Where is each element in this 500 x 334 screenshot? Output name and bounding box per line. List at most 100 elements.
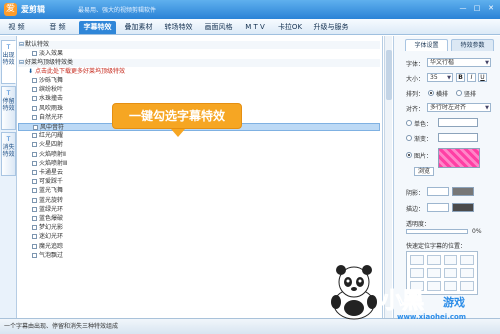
checkbox[interactable] [32,142,37,148]
tab-karaoke[interactable]: 卡拉OK [274,21,306,34]
checkbox[interactable] [32,234,37,240]
shadow-color-picker[interactable] [452,187,474,196]
tab-mtv[interactable]: M T V [239,21,271,34]
gradient-picker[interactable] [438,133,478,142]
list-item[interactable]: 蓝光旋转 [18,197,380,205]
list-item[interactable]: 红光闪耀 [18,132,380,140]
scrollbar-thumb[interactable] [386,50,392,100]
tree-group[interactable]: ⊟好莱坞顶级特效类 [18,59,380,67]
checkbox[interactable] [32,105,37,111]
list-item[interactable]: 蓝绿光环 [18,206,380,214]
list-scrollbar[interactable] [384,36,392,318]
vtab-appear-effects[interactable]: T 出现特效 [1,40,16,84]
tree-group[interactable]: ⊟默认特效 [18,41,380,49]
brand-suffix: 游戏 [443,296,465,309]
download-more-link[interactable]: ⬇ 点击此处下载更多好莱坞顶级特效 [18,68,380,76]
single-color-picker[interactable] [438,118,478,127]
list-item[interactable]: 迷幻光环 [18,233,380,241]
list-item[interactable]: 淡入效果 [18,50,380,58]
size-select[interactable]: 35 ▼ [427,73,453,82]
vertical-radio[interactable] [456,90,462,96]
tab-font-settings[interactable]: 字体设置 [405,39,448,51]
vtab-label: 出现特效 [2,52,15,66]
list-item[interactable]: 火焰喷射Ⅲ [18,160,380,168]
list-item[interactable]: 魔光追踪 [18,243,380,251]
list-item[interactable]: 卡通星云 [18,169,380,177]
image-radio[interactable] [406,152,412,158]
list-item[interactable]: 蓝光飞舞 [18,187,380,195]
position-cell[interactable] [460,268,474,278]
vtab-disappear-effects[interactable]: T 消失特效 [1,132,16,176]
checkbox[interactable] [32,170,37,175]
position-cell[interactable] [443,255,458,265]
download-link-text: 点击此处下载更多好莱坞顶级特效 [35,68,126,75]
list-item[interactable]: 火焰喷射Ⅱ [18,151,380,159]
tab-subtitle-effects[interactable]: 字幕特效 [79,21,116,34]
checkbox[interactable] [32,133,37,139]
download-icon: ⬇ [28,68,34,75]
gradient-radio[interactable] [406,135,412,141]
browse-button[interactable]: 浏览 [414,167,434,176]
opacity-slider[interactable] [406,229,468,234]
horizontal-radio[interactable] [428,90,434,96]
tab-effect-params[interactable]: 特效参数 [451,39,494,51]
position-cell[interactable] [460,255,474,265]
checkbox[interactable] [32,114,37,120]
checkbox[interactable] [32,206,37,212]
position-cell[interactable] [426,268,441,278]
position-cell[interactable] [410,268,424,278]
list-item[interactable]: 沙砾飞舞 [18,77,380,85]
align-select[interactable]: 多行时左对齐 ▼ [427,103,491,112]
stroke-size-select[interactable] [427,203,449,212]
minimize-button[interactable]: — [457,3,469,14]
list-item[interactable]: 火星四射 [18,141,380,149]
vtab-stay-effects[interactable]: T 停留特效 [1,86,16,130]
tab-audio[interactable]: 音 频 [44,21,71,34]
collapse-icon[interactable]: ⊟ [18,41,25,49]
checkbox[interactable] [32,151,37,157]
list-item[interactable]: 梦幻光影 [18,224,380,232]
close-button[interactable]: ✕ [485,3,497,14]
panda-mascot-icon [331,265,377,320]
effect-label: 魔光追踪 [39,242,64,250]
bold-button[interactable]: B [456,73,465,82]
checkbox[interactable] [32,225,37,231]
checkbox[interactable] [32,87,37,93]
checkbox[interactable] [32,243,37,249]
checkbox[interactable] [32,197,37,203]
shadow-size-select[interactable] [427,187,449,196]
chevron-down-icon: ▼ [485,105,489,111]
collapse-icon[interactable]: ⊟ [18,59,25,67]
position-cell[interactable] [410,255,424,265]
effect-label: 蓝光旋转 [39,196,64,204]
underline-button[interactable]: U [478,73,487,82]
tab-overlay-material[interactable]: 叠加素材 [120,21,157,34]
stroke-color-picker[interactable] [452,203,474,212]
checkbox[interactable] [33,125,38,130]
checkbox[interactable] [32,78,37,83]
checkbox[interactable] [32,96,37,102]
checkbox[interactable] [32,51,37,56]
italic-button[interactable]: I [467,73,476,82]
maximize-button[interactable]: □ [471,3,483,14]
list-item[interactable]: 气泡飘过 [18,252,380,260]
tab-picture-style[interactable]: 画面风格 [200,21,237,34]
list-item[interactable]: 可爱踩千 [18,178,380,186]
list-item[interactable]: 缤纷秋叶 [18,86,380,94]
position-cell[interactable] [426,255,441,265]
tab-transition-effects[interactable]: 转场特效 [160,21,197,34]
list-item[interactable]: 蓝色爆破 [18,215,380,223]
tab-video[interactable]: 视 频 [3,21,30,34]
font-select[interactable]: 华文行楷 ▼ [427,58,491,67]
checkbox[interactable] [32,252,37,258]
position-cell[interactable] [443,268,458,278]
tab-upgrade-service[interactable]: 升级与服务 [309,21,353,34]
single-color-radio[interactable] [406,120,412,126]
checkbox[interactable] [32,188,37,194]
tree-group-label: 好莱坞顶级特效类 [25,59,74,66]
chevron-down-icon: ▼ [447,75,451,81]
checkbox[interactable] [32,216,37,221]
checkbox[interactable] [32,160,37,166]
checkbox[interactable] [32,179,37,185]
effect-label: 可爱踩千 [39,178,64,186]
